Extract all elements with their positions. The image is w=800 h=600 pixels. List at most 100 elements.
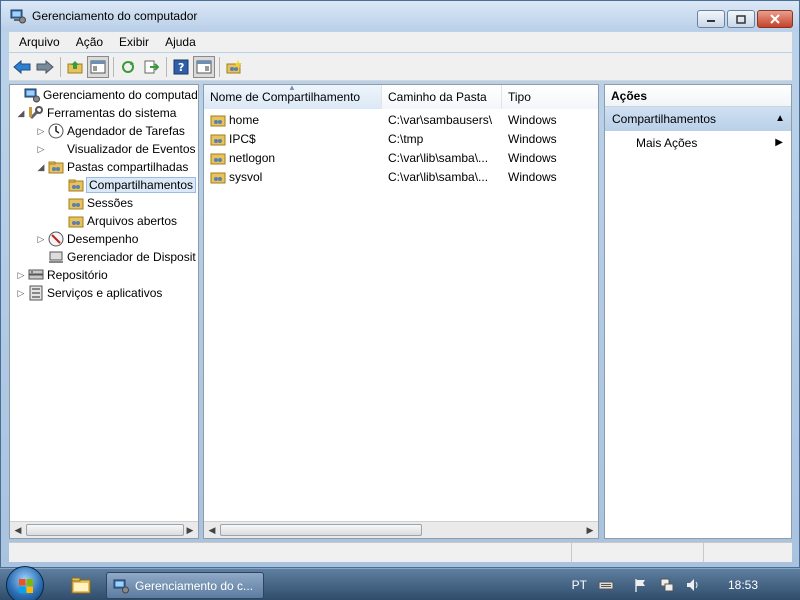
tree-item-agendador[interactable]: ▷ Agendador de Tarefas [36,122,185,140]
scroll-left-icon[interactable]: ◀ [206,524,218,536]
expand-icon[interactable]: ▷ [16,270,26,280]
refresh-button[interactable] [117,56,139,78]
storage-icon [28,269,44,280]
up-folder-icon [67,60,83,73]
expand-icon[interactable]: ▷ [16,288,26,298]
tree-expander [56,180,66,190]
column-header-path[interactable]: Caminho da Pasta [382,85,502,109]
new-share-button[interactable] [223,56,245,78]
close-icon [770,14,780,24]
collapse-icon[interactable]: ◢ [36,162,46,172]
tree-item-arquivos[interactable]: Arquivos abertos [56,212,177,230]
actions-pane-title: Ações [605,85,791,107]
help-button[interactable]: ? [170,56,192,78]
tree-item-ferramentas[interactable]: ◢ Ferramentas do sistema [16,104,176,122]
tree-item-gerenciamento[interactable]: Gerenciamento do computado [12,86,198,104]
tree-item-compartilhamentos[interactable]: Compartilhamentos [56,176,197,194]
scroll-right-icon[interactable]: ▶ [584,524,596,536]
tree-item-sessoes[interactable]: Sessões [56,194,133,212]
volume-icon[interactable] [685,577,701,593]
status-segment [704,543,790,563]
keyboard-icon[interactable] [598,577,614,593]
close-button[interactable] [757,10,793,28]
computer-management-icon [24,88,40,103]
table-row[interactable]: home C:\var\sambausers\ Windows [204,110,598,129]
shared-folder-icon [68,216,84,228]
tree-item-servicos[interactable]: ▷ Serviços e aplicativos [16,284,162,302]
share-name: sysvol [229,169,263,184]
tree-expander [36,252,46,262]
table-row[interactable]: IPC$ C:\tmp Windows [204,129,598,148]
show-hide-tree-button[interactable] [87,55,109,78]
clock[interactable]: 18:53 [728,578,758,592]
toolbar-separator [166,56,167,77]
shared-folder-icon [68,198,84,210]
toolbar-separator [113,56,114,77]
list-horizontal-scrollbar[interactable]: ◀ ▶ [204,521,598,538]
taskbar-window-label: Gerenciamento do c... [135,578,254,593]
expand-icon[interactable]: ▷ [36,126,46,136]
column-header-name[interactable]: ▲ Nome de Compartilhamento [204,85,382,109]
expand-icon[interactable]: ▷ [36,144,46,154]
back-button[interactable] [11,56,33,78]
tree-item-desempenho[interactable]: ▷ Desempenho [36,230,138,248]
tree-horizontal-scrollbar[interactable]: ◀ ▶ [10,521,198,538]
tree-item-repositorio[interactable]: ▷ Repositório [16,266,108,284]
table-row[interactable]: sysvol C:\var\lib\samba\... Windows [204,167,598,186]
title-bar[interactable]: Gerenciamento do computador [1,1,799,31]
toolbar-separator [60,56,61,77]
cell-name: sysvol [204,169,388,185]
event-viewer-icon [48,141,64,157]
maximize-button[interactable] [727,10,755,28]
column-header-label: Nome de Compartilhamento [210,90,361,104]
share-name: IPC$ [229,131,256,146]
tree-item-gerenciador-dispositivos[interactable]: Gerenciador de Disposit [36,248,196,266]
menu-arquivo[interactable]: Arquivo [13,35,66,49]
toolbar: ? [9,53,792,81]
svg-text:?: ? [178,61,184,74]
menu-bar: Arquivo Ação Exibir Ajuda [9,32,792,52]
clock-icon [48,123,64,139]
table-row[interactable]: netlogon C:\var\lib\samba\... Windows [204,148,598,167]
collapse-icon[interactable]: ◢ [16,108,26,118]
tree-item-label: Gerenciador de Disposit [67,250,196,264]
taskbar-window-button[interactable]: Gerenciamento do c... [106,572,264,599]
tree-item-pastas[interactable]: ◢ Pastas compartilhadas [36,158,189,176]
scrollbar-thumb[interactable] [220,524,422,536]
show-hide-action-pane-button[interactable] [193,55,215,78]
tree-item-visualizador[interactable]: ▷ Visualizador de Eventos [36,140,196,158]
column-header-type[interactable]: Tipo [502,85,598,109]
actions-section-header[interactable]: Compartilhamentos ▲ [605,107,791,131]
tree-expander[interactable] [12,90,22,100]
back-icon [13,59,31,74]
minimize-button[interactable] [697,10,725,28]
show-hide-action-pane-icon [196,60,212,73]
menu-ajuda[interactable]: Ajuda [159,35,202,49]
collapse-up-icon[interactable]: ▲ [775,107,785,131]
start-button[interactable] [6,566,44,600]
flag-icon[interactable] [633,577,649,593]
shares-list: ▲ Nome de Compartilhamento Caminho da Pa… [203,84,599,539]
scroll-left-icon[interactable]: ◀ [12,524,24,536]
share-type: Windows [508,131,557,146]
up-folder-button[interactable] [64,56,86,78]
menu-acao[interactable]: Ação [70,35,109,49]
export-list-icon [144,60,159,73]
more-actions-item[interactable]: Mais Ações ▶ [605,131,791,155]
forward-button[interactable] [34,56,56,78]
cell-name: home [204,112,388,128]
explorer-folder-icon[interactable] [70,575,92,595]
network-icon[interactable] [659,577,675,593]
scrollbar-thumb[interactable] [26,524,184,536]
submenu-arrow-icon: ▶ [775,137,783,148]
share-path: C:\var\lib\samba\... [388,169,489,184]
expand-icon[interactable]: ▷ [36,234,46,244]
language-indicator[interactable]: PT [572,578,587,592]
forward-icon [36,59,54,74]
menu-exibir[interactable]: Exibir [113,35,155,49]
scroll-right-icon[interactable]: ▶ [184,524,196,536]
tree-item-label: Compartilhamentos [85,177,197,193]
toolbar-separator [219,56,220,77]
shared-folder-icon [48,161,64,174]
export-list-button[interactable] [140,56,162,78]
